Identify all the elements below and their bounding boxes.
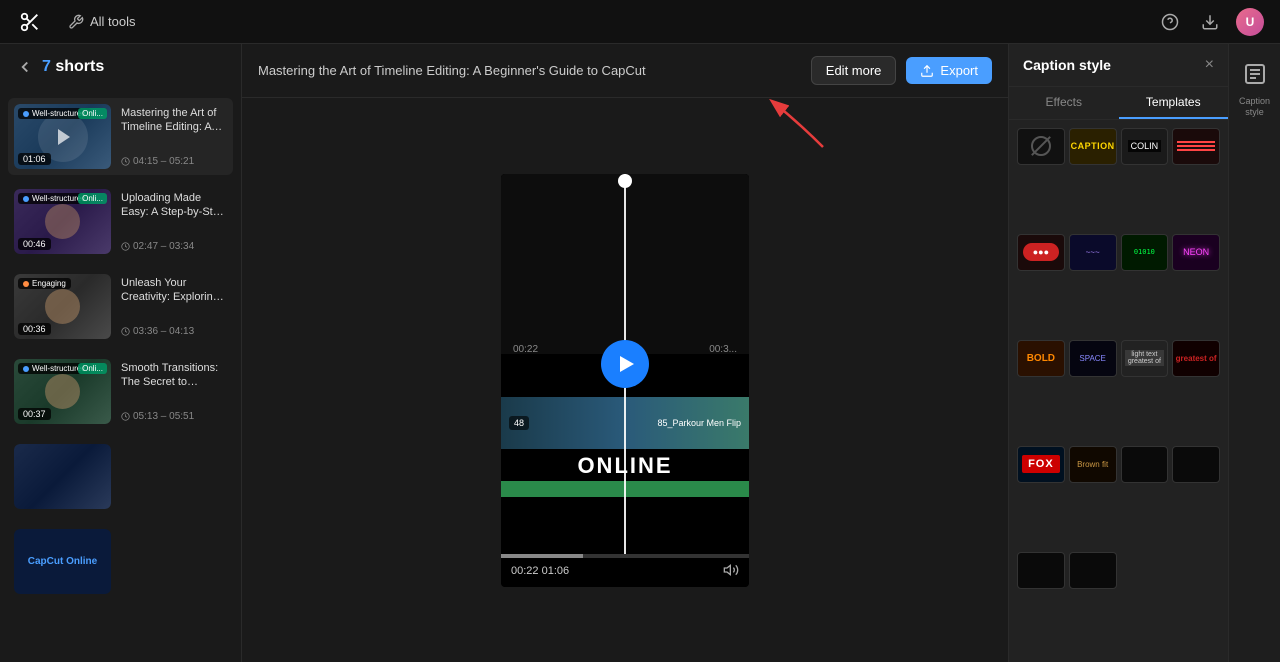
- video-info: Uploading Made Easy: A Step-by-Step Guid…: [121, 189, 227, 254]
- back-button[interactable]: [16, 58, 34, 76]
- list-item[interactable]: Well-structured Onli... 01:06 Mastering …: [8, 98, 233, 175]
- play-icon: [620, 356, 634, 372]
- duration-badge: 00:46: [18, 238, 51, 250]
- list-item[interactable]: Engaging 00:36 Unleash Your Creativity: …: [8, 268, 233, 345]
- video-time: 02:47 – 03:34: [121, 241, 227, 252]
- tab-effects[interactable]: Effects: [1009, 87, 1119, 119]
- video-time: 03:36 – 04:13: [121, 326, 227, 337]
- video-title: Uploading Made Easy: A Step-by-Step Guid…: [121, 191, 227, 220]
- video-player: 00:22 00:3... 48 85_Parkour Men Flip ONL…: [501, 174, 749, 587]
- panel-close-button[interactable]: ×: [1205, 56, 1214, 74]
- video-title: Smooth Transitions: The Secret to Seamle…: [121, 361, 227, 390]
- style-tile-dark4[interactable]: [1069, 552, 1117, 589]
- video-title: Mastering the Art of Timeline Editing: A…: [121, 106, 227, 135]
- app-logo: [16, 8, 44, 36]
- video-info: Smooth Transitions: The Secret to Seamle…: [121, 359, 227, 424]
- shorts-label: shorts: [55, 58, 104, 75]
- style-tile-darkred[interactable]: greatest of: [1172, 340, 1220, 377]
- top-navigation: All tools U: [0, 0, 1280, 44]
- play-button[interactable]: [601, 340, 649, 388]
- caption-styles-grid: CAPTION COLIN ●●●: [1009, 120, 1228, 662]
- video-time: 04:15 – 05:21: [121, 156, 227, 167]
- list-item[interactable]: [8, 438, 233, 515]
- video-info: [121, 444, 227, 509]
- style-tile-matrix[interactable]: 01010: [1121, 234, 1169, 271]
- caption-panel-header: Caption style ×: [1009, 44, 1228, 87]
- style-tile-dark1[interactable]: [1121, 446, 1169, 483]
- export-label: Export: [940, 63, 978, 78]
- center-area: Mastering the Art of Timeline Editing: A…: [242, 44, 1008, 662]
- online-badge: Onli...: [78, 363, 107, 374]
- all-tools-button[interactable]: All tools: [60, 10, 144, 34]
- help-button[interactable]: [1156, 8, 1184, 36]
- caption-panel: Caption style × Effects Templates CAPTIO…: [1008, 44, 1228, 662]
- style-tile-space[interactable]: SPACE: [1069, 340, 1117, 377]
- volume-button[interactable]: [723, 562, 739, 581]
- style-tile-none[interactable]: [1017, 128, 1065, 165]
- duration-badge: 00:36: [18, 323, 51, 335]
- style-tile-colin[interactable]: COLIN: [1121, 128, 1169, 165]
- video-time: 05:13 – 05:51: [121, 411, 227, 422]
- topbar-actions: Edit more Export: [811, 56, 992, 85]
- video-title-label: Mastering the Art of Timeline Editing: A…: [258, 63, 646, 78]
- video-info: [121, 529, 227, 594]
- style-tile-light[interactable]: light textgreatest of: [1121, 340, 1169, 377]
- edit-more-button[interactable]: Edit more: [811, 56, 897, 85]
- main-content: 7 shorts Well-structured Onli: [0, 44, 1280, 662]
- style-tile-brown[interactable]: Brown fit: [1069, 446, 1117, 483]
- nav-right: U: [1156, 8, 1264, 36]
- sidebar-title: 7 shorts: [42, 58, 104, 76]
- sidebar: 7 shorts Well-structured Onli: [0, 44, 242, 662]
- thumbnail-wrapper: Engaging 00:36: [14, 274, 111, 339]
- center-topbar: Mastering the Art of Timeline Editing: A…: [242, 44, 1008, 98]
- video-info: Unleash Your Creativity: Exploring the M…: [121, 274, 227, 339]
- strip-badge: 48: [509, 416, 529, 430]
- player-controls: 00:22 01:06: [501, 558, 749, 587]
- duration-badge: 01:06: [18, 153, 51, 165]
- avatar[interactable]: U: [1236, 8, 1264, 36]
- style-tile-redpill[interactable]: ●●●: [1017, 234, 1065, 271]
- caption-tabs: Effects Templates: [1009, 87, 1228, 120]
- style-tile-dark3[interactable]: [1017, 552, 1065, 589]
- style-tile-dark2[interactable]: [1172, 446, 1220, 483]
- duration-badge: 00:37: [18, 408, 51, 420]
- video-title: Unleash Your Creativity: Exploring the M…: [121, 276, 227, 305]
- thumbnail-wrapper: Well-structured Onli... 00:46: [14, 189, 111, 254]
- style-tile-orange[interactable]: BOLD: [1017, 340, 1065, 377]
- online-badge: Onli...: [78, 108, 107, 119]
- all-tools-label: All tools: [90, 14, 136, 29]
- tab-templates[interactable]: Templates: [1119, 87, 1229, 119]
- style-tile-purple[interactable]: ~~~: [1069, 234, 1117, 271]
- player-viewport: 00:22 00:3... 48 85_Parkour Men Flip ONL…: [501, 174, 749, 554]
- thumbnail-wrapper: Well-structured Onli... 01:06: [14, 104, 111, 169]
- badge: Engaging: [18, 278, 71, 289]
- caption-panel-title: Caption style: [1023, 57, 1111, 73]
- strip-title: 85_Parkour Men Flip: [657, 418, 741, 428]
- download-button[interactable]: [1196, 8, 1224, 36]
- player-area: 00:22 00:3... 48 85_Parkour Men Flip ONL…: [242, 98, 1008, 662]
- list-item[interactable]: Well-structured Onli... 00:46 Uploading …: [8, 183, 233, 260]
- caption-style-label: Caption style: [1229, 96, 1280, 118]
- online-badge: Onli...: [78, 193, 107, 204]
- caption-style-sidebar[interactable]: Caption style: [1228, 44, 1280, 662]
- thumbnail-wrapper: CapCut Online: [14, 529, 111, 594]
- sidebar-list: Well-structured Onli... 01:06 Mastering …: [0, 90, 241, 662]
- style-tile-electric[interactable]: FOX: [1017, 446, 1065, 483]
- thumbnail-wrapper: [14, 444, 111, 509]
- thumbnail-wrapper: Well-structured Onli... 00:37: [14, 359, 111, 424]
- style-tile-stripe[interactable]: [1172, 128, 1220, 165]
- video-info: Mastering the Art of Timeline Editing: A…: [121, 104, 227, 169]
- time-display: 00:22 01:06: [511, 565, 569, 577]
- export-button[interactable]: Export: [906, 57, 992, 84]
- sidebar-header: 7 shorts: [0, 44, 241, 90]
- caption-style-icon: [1237, 56, 1273, 92]
- style-tile-caption[interactable]: CAPTION: [1069, 128, 1117, 165]
- list-item[interactable]: CapCut Online: [8, 523, 233, 600]
- shorts-count: 7: [42, 58, 51, 75]
- list-item[interactable]: Well-structured Onli... 00:37 Smooth Tra…: [8, 353, 233, 430]
- style-tile-neon[interactable]: NEON: [1172, 234, 1220, 271]
